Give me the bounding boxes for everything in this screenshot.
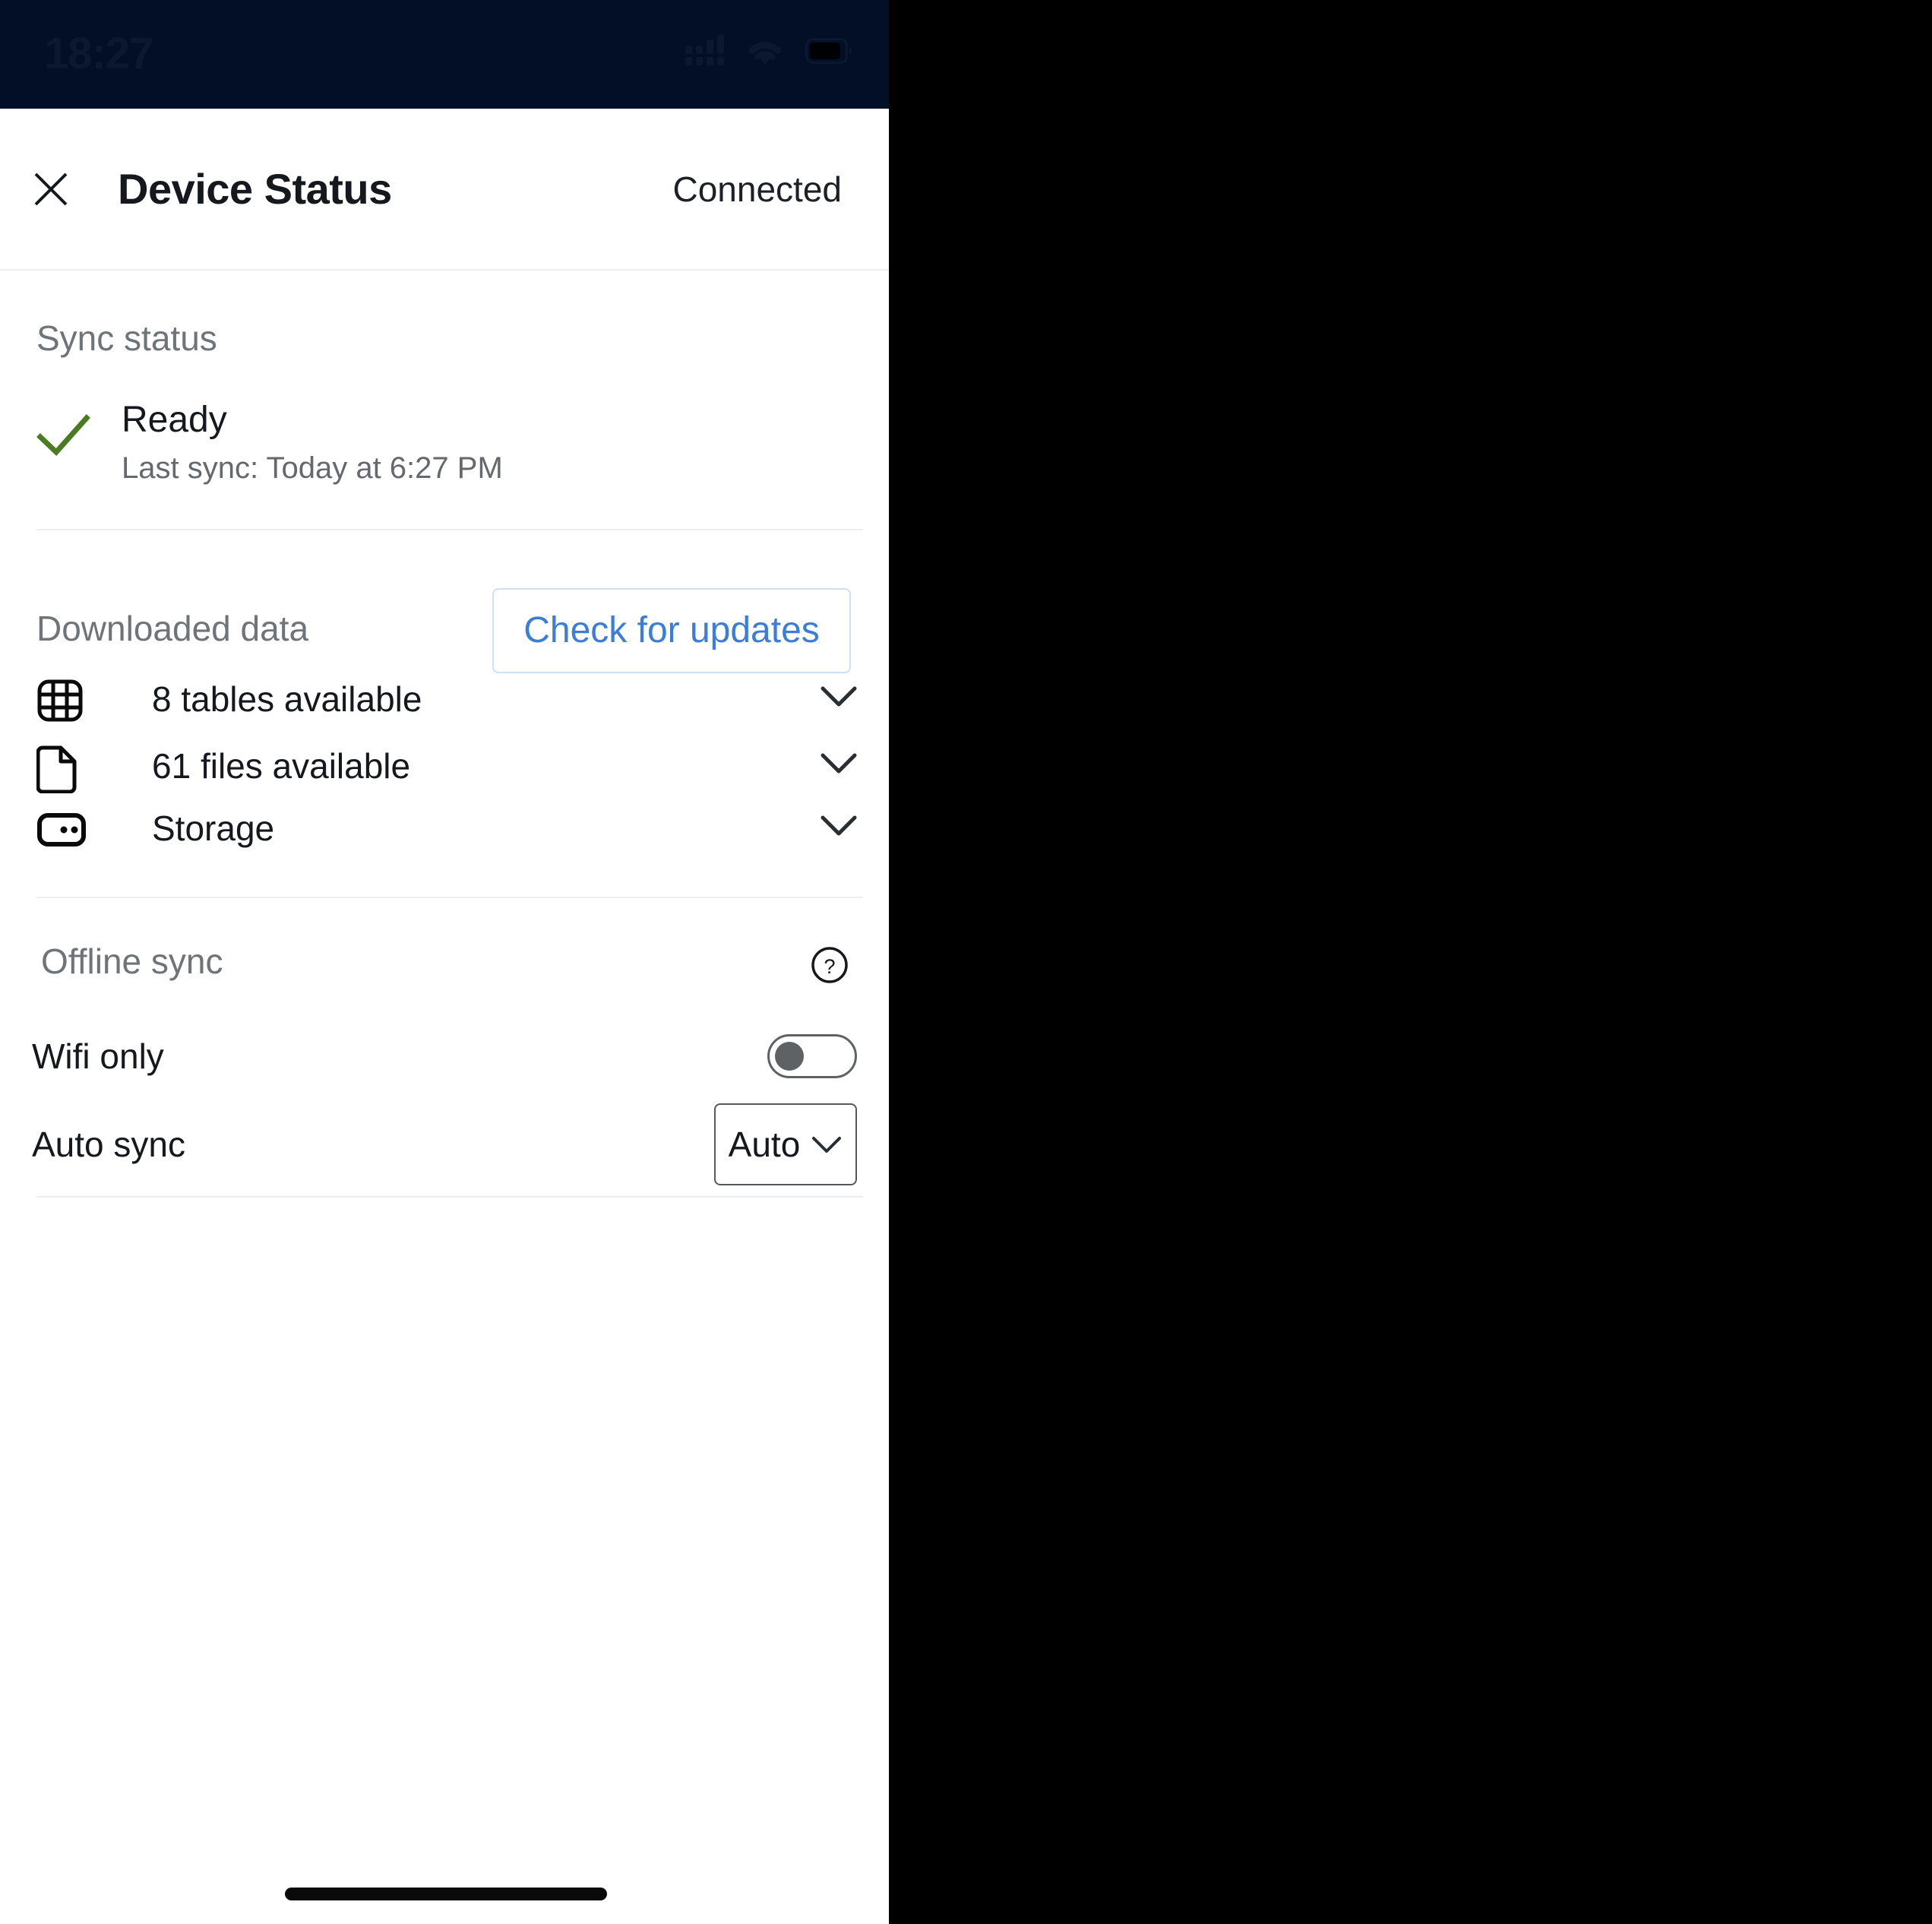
connection-status: Connected: [672, 169, 843, 209]
auto-sync-value: Auto: [728, 1125, 801, 1164]
auto-sync-row: Auto sync Auto: [32, 1099, 863, 1190]
last-sync-text: Last sync: Today at 6:27 PM: [122, 451, 503, 485]
status-bar: 18:27: [0, 0, 889, 109]
home-indicator[interactable]: [285, 1888, 607, 1900]
app-header: Device Status Connected: [0, 109, 889, 271]
toggle-knob: [775, 1042, 804, 1071]
data-row-label: 61 files available: [152, 746, 411, 786]
checkmark-icon: [36, 412, 91, 463]
downloaded-data-section-label: Downloaded data: [36, 609, 309, 648]
data-row-label: 8 tables available: [152, 679, 422, 719]
offline-sync-section-label: Offline sync: [41, 941, 223, 981]
check-for-updates-button[interactable]: Check for updates: [492, 588, 851, 673]
file-document-icon: [36, 734, 94, 801]
chevron-down-icon[interactable]: [819, 684, 858, 714]
data-row-tables[interactable]: 8 tables available: [36, 664, 863, 737]
data-row-label: Storage: [152, 809, 275, 848]
wifi-only-label: Wifi only: [32, 1036, 164, 1076]
help-circle-icon[interactable]: ?: [810, 945, 849, 985]
wifi-only-toggle[interactable]: [767, 1034, 857, 1078]
close-icon: [34, 172, 68, 206]
sync-status-row: Ready Last sync: Today at 6:27 PM: [36, 400, 863, 485]
sync-status-section-label: Sync status: [36, 318, 217, 358]
auto-sync-select[interactable]: Auto: [714, 1103, 857, 1185]
phone-screen: 18:27 Device Status Connected Sync statu…: [0, 0, 889, 1924]
wifi-icon: [748, 42, 782, 65]
content-area: Sync status Ready Last sync: Today at 6:…: [0, 271, 889, 1924]
chevron-down-icon: [812, 1137, 842, 1153]
status-bar-clock: 18:27: [44, 29, 153, 78]
chevron-down-icon[interactable]: [819, 751, 858, 781]
auto-sync-label: Auto sync: [32, 1125, 185, 1164]
check-for-updates-label: Check for updates: [523, 610, 820, 650]
close-button[interactable]: [26, 164, 76, 214]
page-title: Device Status: [118, 165, 392, 213]
wifi-only-row: Wifi only: [32, 1015, 863, 1097]
empty-black-region: [889, 0, 1932, 1924]
storage-drive-icon: [36, 796, 94, 863]
divider: [36, 1196, 863, 1198]
sync-state-text: Ready: [122, 400, 227, 440]
table-grid-icon: [36, 667, 94, 734]
status-bar-icons: [685, 35, 852, 67]
cellular-signal-icon: [685, 35, 724, 65]
data-row-storage[interactable]: Storage: [36, 793, 863, 866]
divider: [36, 529, 863, 530]
chevron-down-icon[interactable]: [819, 813, 858, 843]
divider: [36, 897, 863, 898]
svg-text:?: ?: [824, 955, 835, 978]
battery-icon: [805, 38, 852, 64]
